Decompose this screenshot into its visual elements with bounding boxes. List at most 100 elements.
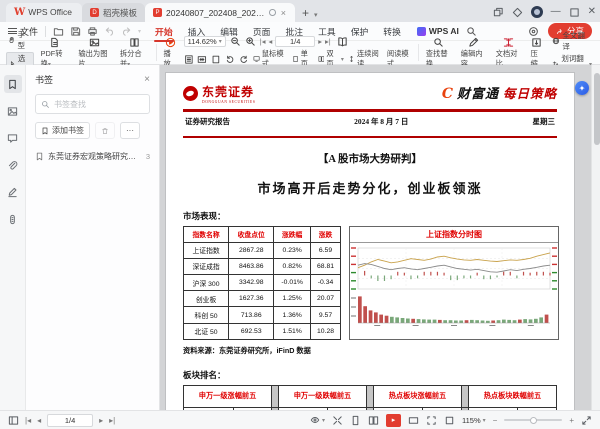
double-page-view-icon[interactable] bbox=[368, 415, 379, 426]
fit-page-view-icon[interactable] bbox=[426, 415, 437, 426]
fullscreen-icon[interactable] bbox=[581, 415, 592, 426]
tab-docer-templates[interactable]: D 稻壳模板 bbox=[82, 3, 146, 22]
market-col-header: 涨跌幅 bbox=[273, 225, 312, 243]
translate-full-label: 全文翻译 bbox=[562, 31, 585, 51]
minimize-button[interactable]: — bbox=[551, 7, 561, 17]
attachments-nav-button[interactable] bbox=[4, 156, 22, 174]
vertical-scrollbar[interactable] bbox=[591, 65, 600, 410]
ai-float-button[interactable]: ✦ bbox=[575, 81, 589, 95]
new-tab-button[interactable]: + bbox=[295, 6, 314, 22]
monitor-icon bbox=[253, 56, 260, 62]
continuous-read-icon bbox=[350, 56, 353, 62]
hand-tool-label: 手型 bbox=[17, 30, 26, 50]
add-bookmark-button[interactable]: 添加书签 bbox=[35, 122, 90, 139]
comments-nav-button[interactable] bbox=[4, 129, 22, 147]
save-icon[interactable] bbox=[70, 26, 81, 37]
menu-page[interactable]: 页面 bbox=[252, 22, 272, 41]
zoom-out-button[interactable]: − bbox=[493, 416, 498, 425]
page-indicator-input[interactable]: 1/4 bbox=[47, 413, 94, 427]
sidebar-toggle-icon[interactable] bbox=[8, 415, 19, 426]
rank-group-header: 热点板块跌幅前五 bbox=[467, 384, 558, 408]
market-col-header: 收盘点位 bbox=[228, 225, 275, 243]
tab-document[interactable]: P 20240807_202408_2024080 × bbox=[145, 3, 296, 22]
translate-full-button[interactable]: 全文翻译 bbox=[550, 30, 594, 52]
wps-ai-button[interactable]: WPS AI bbox=[416, 26, 459, 36]
fit-page-icon[interactable] bbox=[184, 54, 194, 65]
fit-window-icon[interactable] bbox=[332, 415, 343, 426]
pdf-convert-button[interactable]: PDF转换▾ bbox=[39, 37, 72, 69]
first-page-icon[interactable]: |◂ bbox=[25, 416, 31, 425]
print-icon[interactable] bbox=[87, 26, 98, 37]
last-page-icon[interactable]: ▸| bbox=[109, 416, 115, 425]
rotate-left-icon[interactable] bbox=[225, 54, 235, 65]
wps-home-button[interactable]: W WPS Office bbox=[6, 3, 83, 22]
bookmarks-nav-button[interactable] bbox=[3, 75, 22, 93]
wps-logo-icon: W bbox=[14, 6, 26, 18]
search-icon[interactable] bbox=[466, 26, 477, 37]
bookmark-list-item[interactable]: 东莞证券宏观策略研究团队： 3 bbox=[35, 151, 150, 162]
rotate-right-icon[interactable] bbox=[239, 54, 249, 65]
user-avatar[interactable] bbox=[530, 6, 543, 18]
more-options-button[interactable]: ··· bbox=[120, 122, 140, 139]
fit-width-icon[interactable] bbox=[197, 54, 207, 65]
more-dots-icon: ··· bbox=[126, 126, 134, 135]
menu-tools[interactable]: 工具 bbox=[317, 22, 337, 41]
thumbnails-nav-button[interactable] bbox=[4, 102, 22, 120]
export-image-icon bbox=[89, 38, 100, 46]
tab-list-chevron-icon[interactable]: ▾ bbox=[314, 11, 318, 22]
menu-home[interactable]: 开始 bbox=[154, 22, 174, 42]
fit-width-view-icon[interactable] bbox=[408, 415, 419, 426]
undo-icon[interactable] bbox=[104, 26, 115, 37]
menu-comment[interactable]: 批注 bbox=[284, 22, 304, 41]
zoom-in-button[interactable]: + bbox=[569, 416, 574, 425]
actual-size-view-icon[interactable] bbox=[444, 415, 455, 426]
bookmark-search[interactable] bbox=[35, 94, 150, 114]
actual-size-icon[interactable] bbox=[211, 54, 221, 65]
compress-button[interactable]: 压缩 bbox=[529, 37, 546, 69]
close-button[interactable]: ✕ bbox=[588, 7, 596, 17]
next-page-icon[interactable]: ▸ bbox=[99, 416, 103, 425]
member-diamond-icon[interactable] bbox=[512, 7, 523, 18]
menu-insert[interactable]: 插入 bbox=[187, 22, 207, 41]
edit-content-button[interactable]: 编辑内容 bbox=[459, 37, 489, 69]
menu-edit[interactable]: 编辑 bbox=[219, 22, 239, 41]
signature-nav-button[interactable] bbox=[4, 183, 22, 201]
zoom-slider-knob[interactable] bbox=[530, 416, 538, 424]
delete-bookmark-button[interactable] bbox=[95, 122, 115, 139]
scrollbar-thumb[interactable] bbox=[593, 73, 600, 145]
tab-label: 20240807_202408_2024080 bbox=[166, 7, 266, 18]
chart-plot bbox=[350, 243, 558, 329]
headline: 市场高开后走势分化，创业板领涨 bbox=[257, 180, 483, 196]
menu-protect[interactable]: 保护 bbox=[350, 22, 370, 41]
single-page-view-icon[interactable] bbox=[350, 415, 361, 426]
split-merge-button[interactable]: 拆分合并▾ bbox=[118, 37, 151, 69]
menu-convert[interactable]: 转换 bbox=[382, 22, 402, 41]
view-options-button[interactable]: ▾ bbox=[310, 415, 325, 425]
tab-close-icon[interactable]: × bbox=[280, 8, 287, 18]
market-table: 指数名称 收盘点位 涨跌幅 涨跌 上证指数 2867.28 0.23% 6.59 深证成指 846… bbox=[182, 225, 341, 340]
zoom-level-dropdown[interactable]: 115% ▾ bbox=[462, 416, 486, 425]
read-mode-button[interactable] bbox=[335, 36, 350, 47]
market-row: 上证指数 2867.28 0.23% 6.59 bbox=[182, 241, 341, 259]
panel-close-icon[interactable]: × bbox=[144, 74, 150, 85]
bookmark-search-input[interactable] bbox=[54, 99, 134, 109]
prev-page-icon[interactable]: ◂ bbox=[37, 416, 41, 425]
zoom-slider[interactable] bbox=[504, 416, 563, 424]
redo-icon[interactable] bbox=[121, 26, 132, 37]
open-folder-icon[interactable] bbox=[53, 26, 64, 37]
maximize-button[interactable] bbox=[569, 7, 580, 18]
market-label: 市场表现： bbox=[183, 210, 226, 221]
export-image-button[interactable]: 输出为图片 bbox=[76, 37, 113, 69]
slideshow-play-button[interactable]: ▸ bbox=[386, 413, 401, 427]
split-merge-icon bbox=[130, 37, 139, 47]
section-title: 【A 股市场大势研判】 bbox=[317, 153, 423, 165]
hand-tool-button[interactable]: 手型 bbox=[6, 29, 34, 51]
quick-access-chevron-icon[interactable]: ▾ bbox=[138, 28, 141, 35]
windows-stack-icon[interactable] bbox=[493, 7, 504, 18]
doc-compare-button[interactable]: 文档对比 bbox=[494, 37, 524, 69]
wps-ai-label: WPS AI bbox=[428, 26, 459, 36]
find-replace-button[interactable]: 查找替换 bbox=[424, 37, 454, 69]
market-col-header: 指数名称 bbox=[182, 225, 230, 243]
stamp-nav-button[interactable] bbox=[4, 210, 22, 228]
eye-protect-icon[interactable] bbox=[528, 26, 539, 37]
